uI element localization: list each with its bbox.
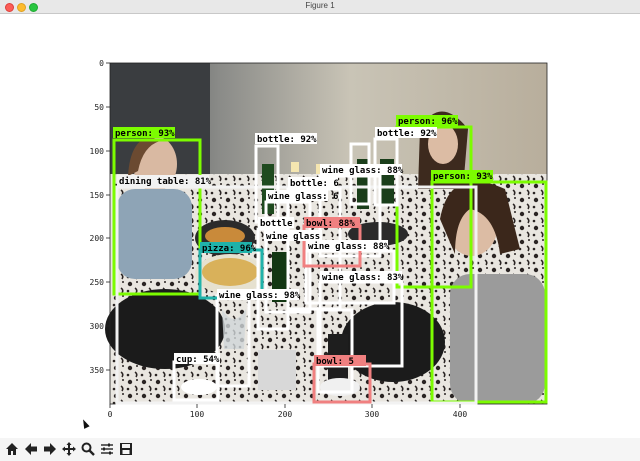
y-tick-label: 250 xyxy=(90,278,105,287)
x-tick-label: 400 xyxy=(453,410,468,419)
detection-label: wine glass: 98% xyxy=(219,290,301,301)
zoom-icon[interactable] xyxy=(80,441,96,457)
detection-label: person: 93% xyxy=(433,172,493,182)
y-tick-label: 50 xyxy=(94,103,104,112)
y-tick-label: 300 xyxy=(90,322,105,331)
x-tick-label: 300 xyxy=(365,410,380,419)
detection-label: bottle: 92% xyxy=(257,135,317,145)
detection-label: wine glass: 88% xyxy=(322,165,404,176)
detection-label: bottle: 92% xyxy=(377,129,437,139)
x-tick-label: 100 xyxy=(190,410,205,419)
back-arrow-icon[interactable] xyxy=(23,441,39,457)
detection-label: bottle xyxy=(260,219,293,229)
detection-label: wine glass: 83% xyxy=(322,272,404,283)
pan-icon[interactable] xyxy=(61,441,77,457)
forward-arrow-icon[interactable] xyxy=(42,441,58,457)
detection-label: pizza: 96% xyxy=(202,243,257,254)
x-axis: 0 100 200 300 400 xyxy=(108,404,468,419)
figure-canvas[interactable]: person: 93% person: 96% person: 93% dini… xyxy=(0,14,640,435)
y-tick-label: 200 xyxy=(90,234,105,243)
detection-label: bottle: 6 xyxy=(290,179,339,189)
detection-label: cup: 54% xyxy=(176,355,220,365)
y-tick-label: 350 xyxy=(90,366,105,375)
detection-label: person: 93% xyxy=(115,129,175,139)
configure-subplots-icon[interactable] xyxy=(99,441,115,457)
detection-label: bowl: 5 xyxy=(316,357,354,367)
detection-label: bowl: 88% xyxy=(306,219,355,229)
x-tick-label: 200 xyxy=(278,410,293,419)
save-icon[interactable] xyxy=(118,441,134,457)
window-title: Figure 1 xyxy=(305,1,335,10)
photo-image xyxy=(105,63,547,404)
x-tick-label: 0 xyxy=(108,410,113,419)
y-tick-label: 0 xyxy=(99,59,104,68)
detection-label: wine glass: 88% xyxy=(308,241,390,252)
y-tick-label: 150 xyxy=(90,191,105,200)
detection-label: wine glass: 6 xyxy=(268,191,338,202)
navigation-toolbar xyxy=(0,438,640,461)
figure-svg: person: 93% person: 96% person: 93% dini… xyxy=(90,59,548,419)
window-titlebar: Figure 1 xyxy=(0,0,640,14)
y-tick-label: 100 xyxy=(90,147,105,156)
detection-label: dining table: 81% xyxy=(119,176,212,187)
detection-label: person: 96% xyxy=(398,117,458,127)
home-icon[interactable] xyxy=(4,441,20,457)
